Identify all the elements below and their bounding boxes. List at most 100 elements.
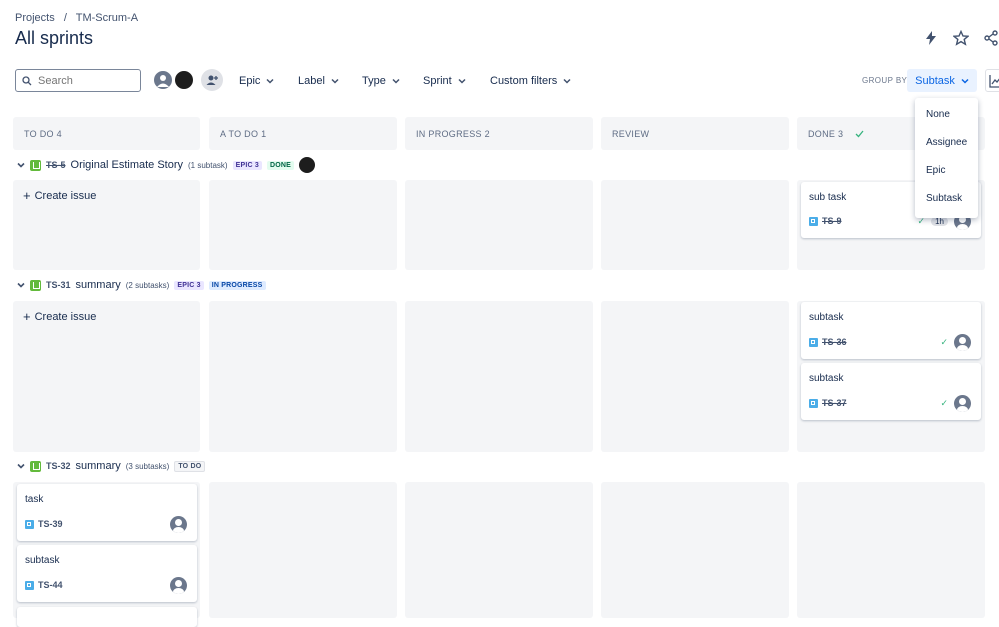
issue-key[interactable]: TS-5 [46,160,66,170]
column-header-in-progress: IN PROGRESS 2 [405,117,593,150]
card-meta [170,516,187,533]
sprint-filter-label: Sprint [423,75,452,87]
story-icon [30,279,41,291]
breadcrumb-separator: / [63,12,67,24]
create-issue-button[interactable]: + Create issue [23,188,96,203]
card-footer: TS-36 [809,337,847,347]
automation-lightning-icon[interactable] [923,30,939,46]
menu-item-assignee[interactable]: Assignee [926,137,967,148]
plus-icon: + [23,188,31,203]
assignee-avatar[interactable] [299,157,315,173]
issue-summary: summary [75,460,121,472]
issue-card[interactable] [17,607,197,627]
menu-item-subtask[interactable]: Subtask [926,193,962,204]
assignee-avatar-icon[interactable] [170,577,187,594]
card-title: task [25,494,44,505]
card-key[interactable]: TS-9 [822,216,842,226]
issue-key[interactable]: TS-32 [46,461,71,471]
subtask-icon [809,398,818,408]
add-people-button[interactable] [201,69,223,91]
epic-lozenge: EPIC 3 [232,160,262,170]
avatar-user-1[interactable] [152,69,174,91]
chevron-down-icon [392,78,400,84]
card-title: subtask [809,373,844,384]
insights-button[interactable] [985,69,999,92]
assignee-avatar-icon[interactable] [954,395,971,412]
issue-card[interactable]: subtask TS-36 ✓ [801,302,981,359]
estimate-badge: 1h [931,217,948,226]
subtask-icon [25,519,34,529]
label-filter[interactable]: Label [298,75,339,87]
create-issue-label: Create issue [34,310,97,323]
star-icon[interactable] [953,30,969,46]
header-actions [923,30,999,46]
issue-card[interactable]: subtask TS-37 ✓ [801,363,981,420]
sprint-filter[interactable]: Sprint [423,75,466,87]
story-icon [30,159,41,171]
subtask-icon [25,580,34,590]
card-footer: TS-44 [25,580,63,590]
breadcrumb-projects[interactable]: Projects [15,12,55,24]
done-check-icon: ✓ [940,337,948,347]
card-footer: TS-39 [25,519,63,529]
chevron-down-icon[interactable] [17,161,25,169]
assignee-avatar-icon[interactable] [954,334,971,351]
swimlane-cell: + Create issue [13,180,200,270]
swimlane-cell: + Create issue [13,301,200,452]
epic-filter-label: Epic [239,75,261,87]
subtask-count: (2 subtasks) [125,280,170,290]
user-icon [157,75,169,87]
swimlane-cell [405,301,593,452]
swimlane-header-ts-32[interactable]: TS-32 summary (3 subtasks) TO DO [17,460,206,472]
card-key[interactable]: TS-44 [38,580,63,590]
epic-lozenge: EPIC 3 [174,280,204,290]
swimlane-cell [797,482,985,618]
subtask-count: (1 subtask) [188,160,228,170]
avatar-user-2[interactable] [173,69,195,91]
add-person-icon [206,75,218,85]
card-key[interactable]: TS-36 [822,337,847,347]
create-issue-button[interactable]: + Create issue [23,309,96,324]
issue-summary: summary [75,279,121,291]
swimlane-cell [601,301,789,452]
swimlane-cell: task TS-39 subtask TS-44 [13,482,200,627]
card-title: sub task [809,192,847,203]
chart-icon [989,75,999,88]
story-icon [30,460,41,472]
assignee-avatar-icon[interactable] [170,516,187,533]
share-icon[interactable] [983,30,999,46]
chevron-down-icon[interactable] [17,281,25,289]
breadcrumb-project[interactable]: TM-Scrum-A [76,12,138,24]
status-lozenge: TO DO [174,460,206,472]
card-title: subtask [25,555,60,566]
subtask-count: (3 subtasks) [125,461,170,471]
epic-filter[interactable]: Epic [239,75,274,87]
column-header-todo: TO DO 4 [13,117,200,150]
type-filter-label: Type [362,75,386,87]
issue-card[interactable]: subtask TS-44 [17,545,197,602]
page-title: All sprints [15,28,94,48]
swimlane-header-ts-31[interactable]: TS-31 summary (2 subtasks) EPIC 3 IN PRO… [17,279,266,291]
swimlane-header-ts-5[interactable]: TS-5 Original Estimate Story (1 subtask)… [17,157,315,173]
issue-key[interactable]: TS-31 [46,280,71,290]
status-lozenge: IN PROGRESS [208,280,266,290]
group-by-select[interactable]: Subtask [907,69,977,92]
chevron-down-icon [458,78,466,84]
custom-filters[interactable]: Custom filters [490,75,571,87]
issue-card[interactable]: task TS-39 [17,484,197,541]
breadcrumb: Projects / TM-Scrum-A [15,12,144,24]
subtask-icon [809,216,818,226]
create-issue-label: Create issue [34,189,97,202]
swimlane-cell [601,180,789,270]
menu-item-epic[interactable]: Epic [926,165,945,176]
menu-item-none[interactable]: None [926,109,950,120]
card-meta: ✓ [940,395,971,412]
column-header-done-label: DONE 3 [808,128,844,139]
status-lozenge: DONE [266,160,294,170]
card-key[interactable]: TS-37 [822,398,847,408]
search-box[interactable] [15,69,141,92]
card-key[interactable]: TS-39 [38,519,63,529]
search-input[interactable] [36,73,140,88]
chevron-down-icon[interactable] [17,462,25,470]
type-filter[interactable]: Type [362,75,400,87]
